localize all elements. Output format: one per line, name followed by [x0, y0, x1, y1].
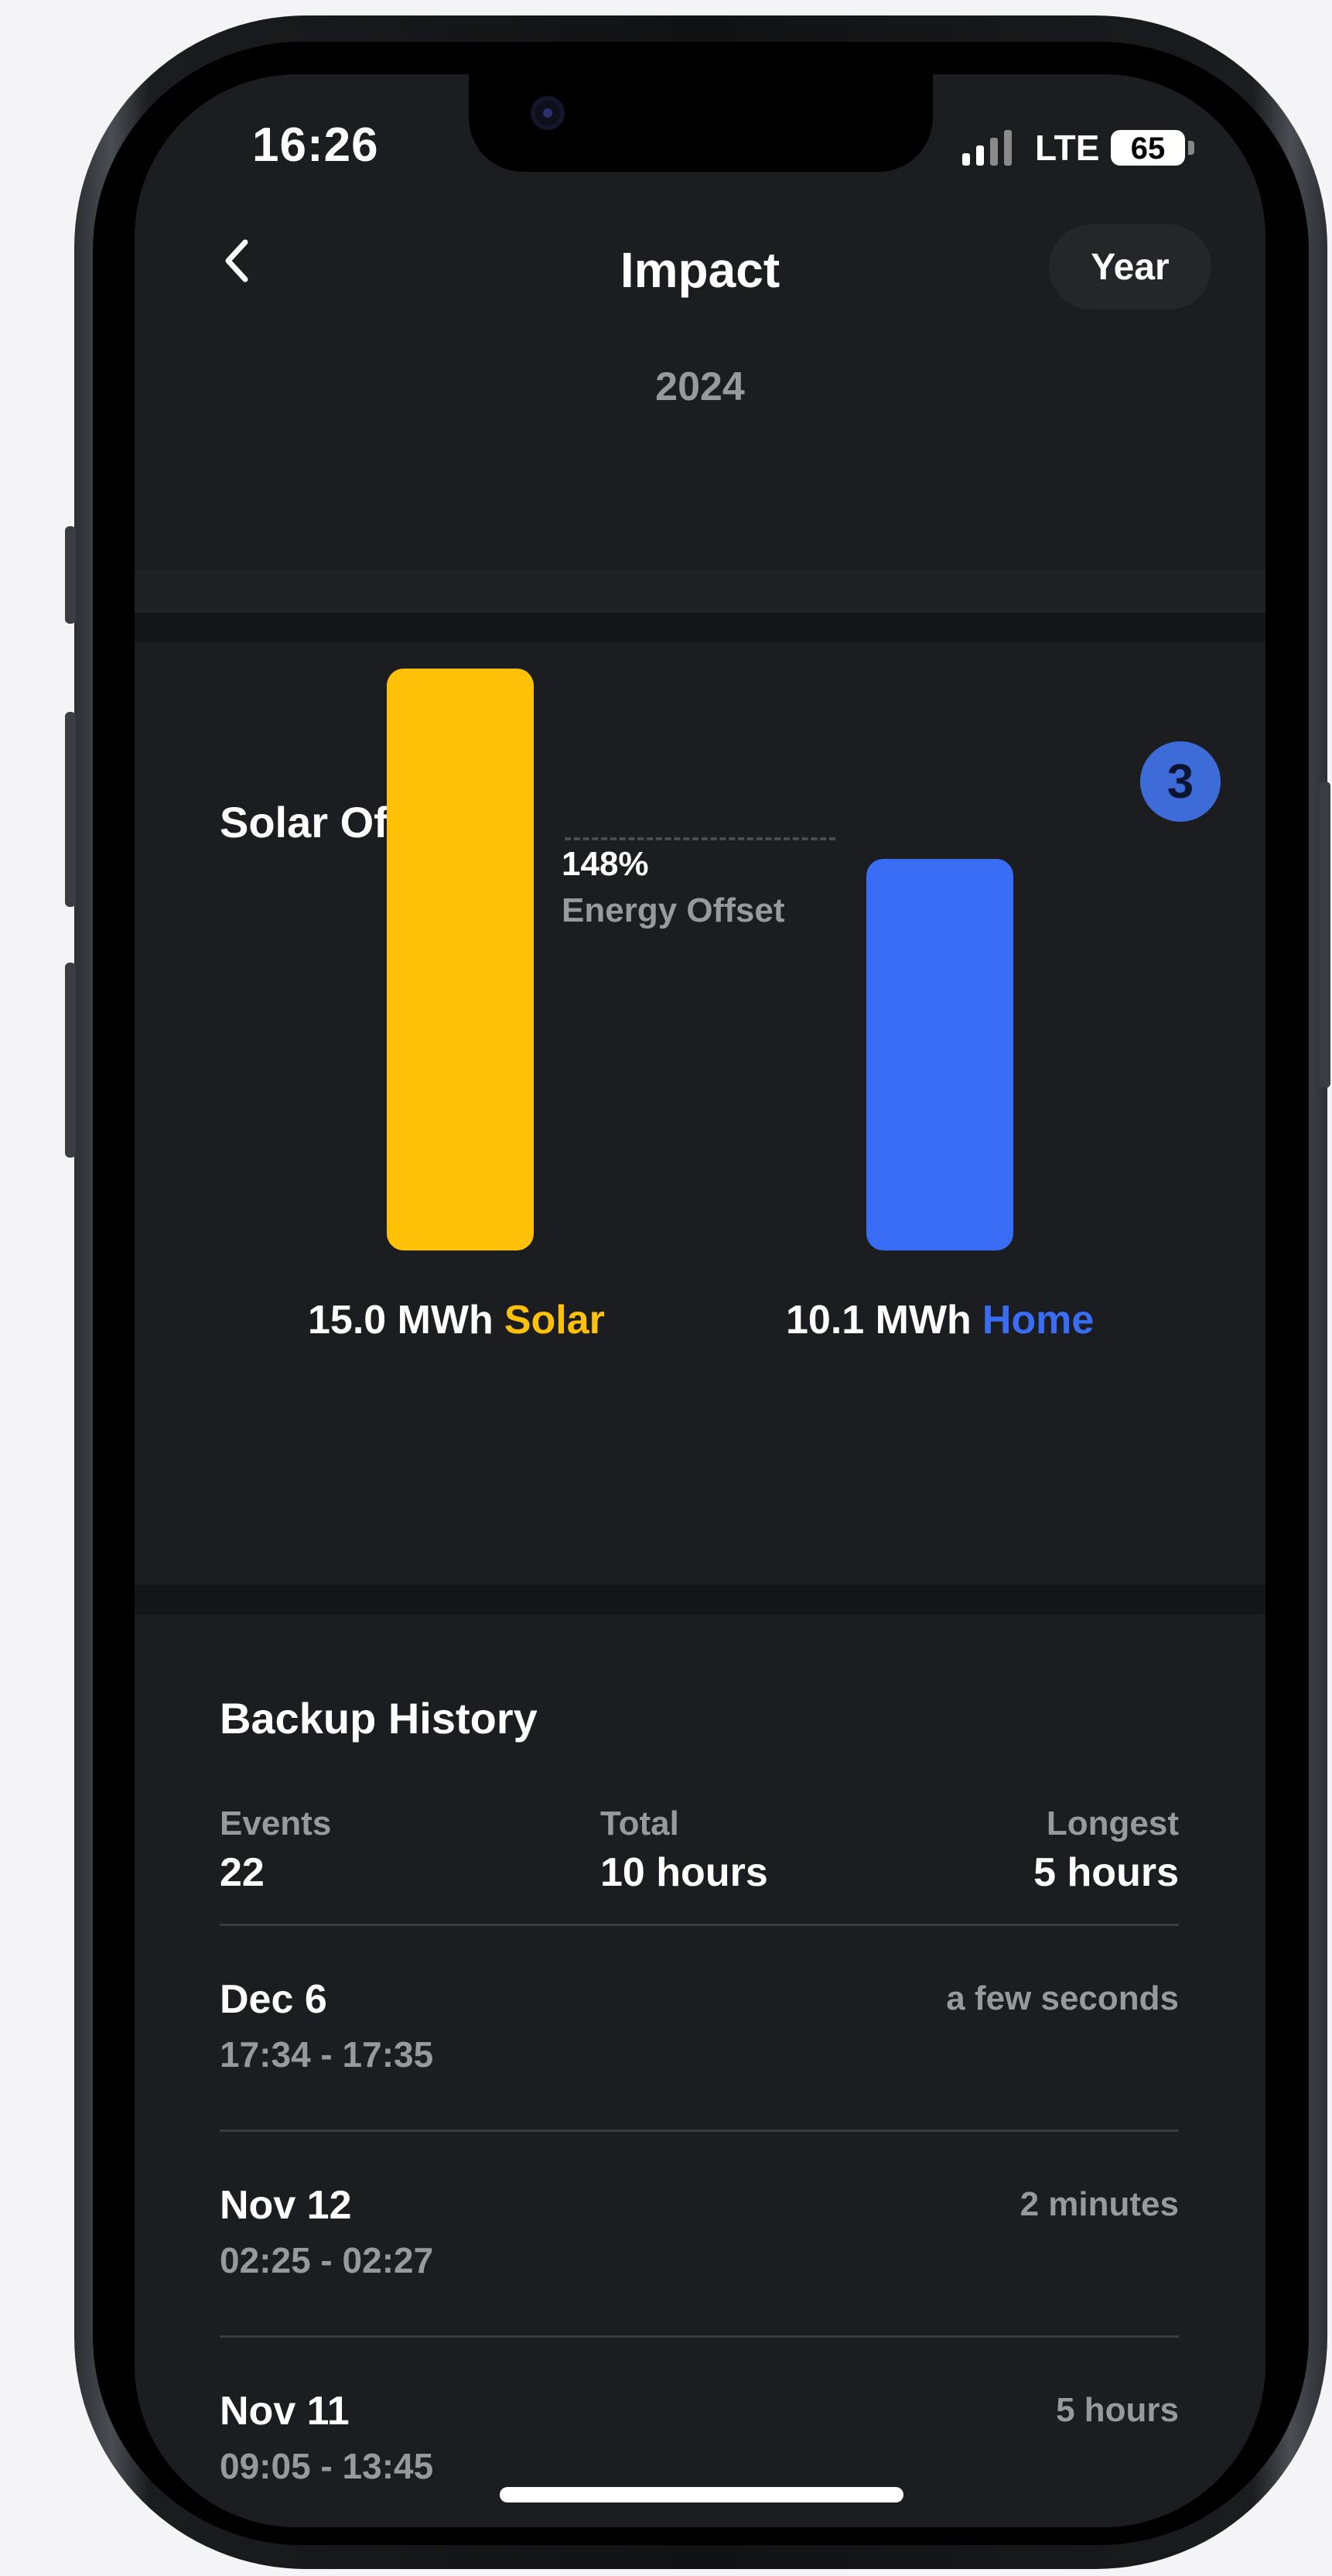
event-duration: 2 minutes — [1019, 2185, 1179, 2223]
battery-tip-icon — [1188, 141, 1194, 155]
row-divider — [220, 1924, 1179, 1926]
home-indicator[interactable] — [500, 2487, 903, 2502]
stat-events: Events 22 — [220, 1805, 331, 1896]
row-divider — [220, 2335, 1179, 2338]
stat-longest: Longest 5 hours — [1033, 1805, 1179, 1896]
app-screen: 16:26 LTE 65 Impact Year 2024 Solar Offs… — [135, 74, 1265, 2527]
dynamic-notch — [469, 74, 933, 172]
cellular-signal-icon — [962, 130, 1012, 166]
stat-total: Total 10 hours — [600, 1805, 768, 1896]
backup-history-card: Backup History Events 22 Total 10 hours … — [135, 1614, 1265, 2527]
page-header: Impact Year 2024 — [135, 190, 1265, 409]
network-type: LTE — [1035, 128, 1100, 168]
stat-label: Longest — [1046, 1805, 1179, 1842]
power-button — [1320, 782, 1330, 1088]
status-time: 16:26 — [252, 118, 379, 172]
bar-solar — [387, 669, 534, 1250]
section-divider — [135, 613, 1265, 642]
period-selector-button[interactable]: Year — [1049, 224, 1211, 310]
event-date: Nov 12 — [220, 2183, 352, 2228]
year-label: 2024 — [655, 364, 745, 409]
backup-history-title: Backup History — [220, 1694, 538, 1743]
event-time-range: 02:25 - 02:27 — [220, 2240, 434, 2280]
event-date: Nov 11 — [220, 2389, 350, 2434]
solar-label: Solar — [504, 1298, 605, 1343]
solar-offset-chart: 148% Energy Offset 15.0 MWh Solar 10.1 MW… — [135, 642, 1265, 1585]
battery-level: 65 — [1130, 132, 1166, 166]
backup-event-row[interactable]: Nov 12 02:25 - 02:27 2 minutes — [220, 2182, 1179, 2337]
event-duration: a few seconds — [946, 1979, 1179, 2017]
backup-stats: Events 22 Total 10 hours Longest 5 hours — [220, 1805, 1179, 1897]
stat-value: 10 hours — [600, 1850, 768, 1895]
backup-event-row[interactable]: Nov 11 09:05 - 13:45 5 hours — [220, 2388, 1179, 2527]
solar-offset-card: Solar Offset 3 148% Energy Offset 15.0 M… — [135, 642, 1265, 1585]
home-bar-label: 10.1 MWh Home — [786, 1297, 1094, 1343]
silent-switch — [65, 526, 76, 624]
stat-value: 22 — [220, 1850, 265, 1895]
backup-event-row[interactable]: Dec 6 17:34 - 17:35 a few seconds — [220, 1976, 1179, 2131]
event-date: Dec 6 — [220, 1977, 327, 2022]
section-divider — [135, 1585, 1265, 1614]
volume-up-button — [65, 712, 76, 907]
home-label: Home — [982, 1298, 1095, 1343]
event-duration: 5 hours — [1056, 2391, 1179, 2429]
event-time-range: 17:34 - 17:35 — [220, 2034, 434, 2075]
offset-guide-line — [565, 837, 835, 840]
solar-bar-label: 15.0 MWh Solar — [308, 1297, 605, 1343]
battery-icon: 65 — [1111, 130, 1185, 166]
event-time-range: 09:05 - 13:45 — [220, 2446, 434, 2486]
bar-home — [866, 859, 1013, 1250]
stat-value: 5 hours — [1033, 1850, 1179, 1895]
energy-offset-label: Energy Offset — [562, 891, 785, 929]
stat-label: Events — [220, 1805, 332, 1842]
energy-offset-percent: 148% — [562, 845, 649, 883]
volume-down-button — [65, 963, 76, 1158]
row-divider — [220, 2130, 1179, 2132]
solar-value: 15.0 MWh — [308, 1298, 494, 1343]
stat-label: Total — [600, 1805, 679, 1842]
home-value: 10.1 MWh — [786, 1298, 972, 1343]
front-camera-icon — [531, 96, 565, 130]
section-band — [135, 570, 1265, 613]
